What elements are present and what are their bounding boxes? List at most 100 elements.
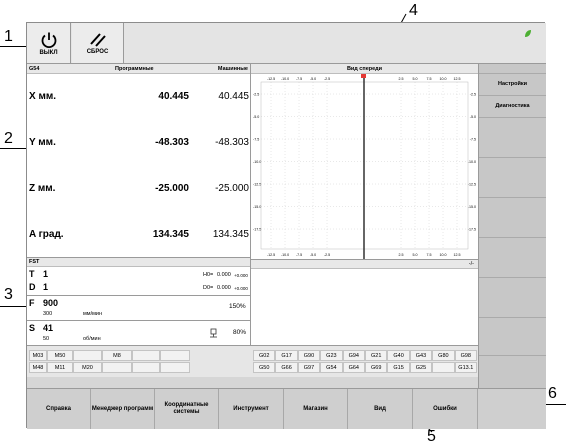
mcode-cell: M48 <box>29 362 47 373</box>
sidebar-empty-slot[interactable] <box>479 158 546 198</box>
coordinates-header: G54 Программные Машинные <box>27 64 250 74</box>
x-tick-label: -7.5 <box>296 77 302 81</box>
magazine-button[interactable]: Магазин <box>284 389 348 429</box>
gcode-cell: G43 <box>409 350 433 361</box>
axis-name: X мм. <box>29 91 57 102</box>
empty-softkey[interactable] <box>478 389 546 429</box>
coordinate-systems-button[interactable]: Координатные системы <box>155 389 219 429</box>
fst-divider <box>27 295 251 296</box>
y-tick-label: -7.5 <box>253 138 259 142</box>
x-tick-label: 2.5 <box>399 77 404 81</box>
errors-button[interactable]: Ошибки <box>413 389 478 429</box>
tool-label: T <box>29 269 35 279</box>
gcode-cell: G23 <box>320 350 343 361</box>
gcode-cell: G97 <box>297 362 321 373</box>
gcode-cell: G02 <box>253 350 276 361</box>
spindle-unit: об/мин <box>83 336 101 342</box>
y-tick-label: -12.5 <box>253 183 261 187</box>
mcode-cell: M8 <box>102 350 132 361</box>
mcode-cell <box>132 362 160 373</box>
gcode-cell: G80 <box>432 350 455 361</box>
mcode-cell: M50 <box>47 350 73 361</box>
feed-value: 900 <box>43 298 59 308</box>
y-tick-label: -17.5 <box>468 228 476 232</box>
x-tick-label: 2.5 <box>399 253 404 257</box>
x-tick-label: -10.0 <box>281 77 289 81</box>
x-tick-label: -5.0 <box>310 253 316 257</box>
message-panel: -/- <box>251 259 478 355</box>
x-tick-label: -2.5 <box>324 77 330 81</box>
x-tick-label: -10.0 <box>281 253 289 257</box>
power-off-label: ВЫКЛ <box>39 49 58 56</box>
mcode-cell: M03 <box>29 350 47 361</box>
x-tick-label: 7.5 <box>427 253 432 257</box>
sidebar-empty-slot[interactable] <box>479 118 546 158</box>
y-tick-label: -5.0 <box>253 115 259 119</box>
x-tick-label: -5.0 <box>310 77 316 81</box>
y-tick-label: -15.0 <box>468 205 476 209</box>
d-offset-value: 0.000 <box>217 285 231 291</box>
x-tick-label: -12.5 <box>267 253 275 257</box>
x-tick-label: -12.5 <box>267 77 275 81</box>
sidebar-empty-slot[interactable] <box>479 278 546 318</box>
fst-panel: FST T 1 H0= 0.000 +0.000 D 1 D0= 0.000 +… <box>27 257 251 345</box>
gcode-cell: G15 <box>387 362 410 373</box>
mcode-cell <box>160 362 190 373</box>
power-icon <box>41 32 56 48</box>
axis-program-value: 40.445 <box>158 91 189 102</box>
axis-machine-value: -48.303 <box>215 137 249 148</box>
axis-row-a: A град. 134.345 134.345 <box>27 226 251 246</box>
x-tick-label: 12.5 <box>454 77 461 81</box>
sidebar-empty-slot[interactable] <box>479 198 546 238</box>
h-offset-label: H0= <box>203 272 214 278</box>
sidebar-empty-slot[interactable] <box>479 238 546 278</box>
tool-button[interactable]: Инструмент <box>219 389 284 429</box>
gcode-cell: G17 <box>275 350 298 361</box>
program-coords-header: Программные <box>115 66 154 72</box>
front-view-canvas[interactable]: -12.5 -12.5 -10.0 -10.0 -7.5 -7.5 -5.0 -5.0 -2.5… <box>251 74 478 259</box>
spindle-override: 80% <box>233 329 247 336</box>
x-tick-label: 10.0 <box>440 253 447 257</box>
y-tick-label: -5.0 <box>470 115 476 119</box>
gcode-cell: G69 <box>365 362 388 373</box>
mcode-cell <box>73 350 102 361</box>
view-button[interactable]: Вид <box>348 389 413 429</box>
feed-unit: мм/мин <box>83 311 102 317</box>
axis-machine-value: 40.445 <box>218 91 249 102</box>
feed-override: 150% <box>229 303 246 310</box>
y-tick-label: -2.5 <box>253 93 259 97</box>
right-sidebar: Настройки Диагностика <box>478 64 546 388</box>
axis-machine-value: 134.345 <box>212 229 249 240</box>
x-tick-label: 7.5 <box>427 77 432 81</box>
x-tick-label: -2.5 <box>324 253 330 257</box>
sidebar-empty-slot[interactable] <box>479 318 546 356</box>
axis-name: Z мм. <box>29 183 56 194</box>
x-tick-label: 5.0 <box>413 253 418 257</box>
reset-button[interactable]: СБРОС <box>72 23 124 63</box>
cnc-window: ВЫКЛ СБРОС G54 Программные Машинные X мм… <box>26 22 546 429</box>
x-tick-label: 12.5 <box>454 253 461 257</box>
mcode-cell <box>132 350 160 361</box>
y-tick-label: -7.5 <box>470 138 476 142</box>
gcode-cell: G25 <box>409 362 433 373</box>
spindle-icon <box>210 328 217 338</box>
help-button[interactable]: Справка <box>27 389 91 429</box>
front-view-panel[interactable]: Вид спереди -12.5 -12.5 -10.0 -10.0 -7.5 -7.5… <box>251 64 478 259</box>
tool-position-top-marker <box>361 74 366 78</box>
h-offset-value: 0.000 <box>217 272 231 278</box>
axis-row-y: Y мм. -48.303 -48.303 <box>27 134 251 154</box>
gcode-cell: G21 <box>365 350 388 361</box>
spindle-actual-value: 50 <box>43 336 50 342</box>
sidebar-item-diagnostics[interactable]: Диагностика <box>479 96 546 118</box>
tool-value: 1 <box>43 269 49 279</box>
x-tick-label: 5.0 <box>413 77 418 81</box>
h-offset-delta: +0.000 <box>234 273 248 278</box>
program-manager-button[interactable]: Менеджер программ <box>91 389 155 429</box>
reset-slash-icon <box>89 32 106 47</box>
sidebar-item-settings[interactable]: Настройки <box>479 74 546 96</box>
y-tick-label: -10.0 <box>468 160 476 164</box>
top-toolbar: ВЫКЛ СБРОС <box>27 23 546 64</box>
diameter-label: D <box>29 282 36 292</box>
machine-coords-header: Машинные <box>217 66 248 72</box>
power-off-button[interactable]: ВЫКЛ <box>27 23 71 63</box>
